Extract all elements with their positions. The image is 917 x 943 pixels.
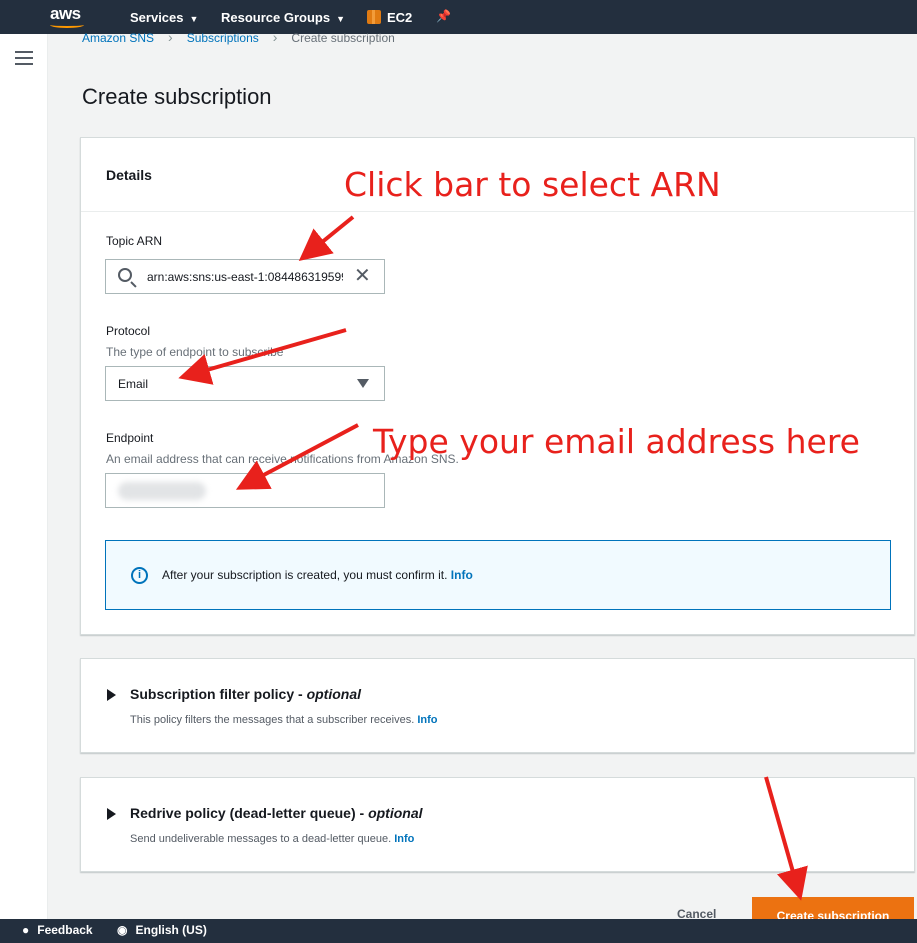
close-icon[interactable]: ✕: [354, 266, 371, 286]
page-title: Create subscription: [82, 84, 272, 109]
ec2-shortcut[interactable]: EC2: [387, 10, 412, 25]
info-alert: i After your subscription is created, yo…: [105, 540, 891, 610]
pin-icon[interactable]: 📌: [436, 9, 451, 23]
services-label: Services: [130, 10, 184, 25]
redrive-policy-title[interactable]: Redrive policy (dead-letter queue) - opt…: [130, 805, 423, 821]
annotation-email-hint: Type your email address here: [373, 422, 860, 461]
details-title: Details: [106, 167, 152, 183]
sidebar: [0, 34, 48, 919]
redrive-policy-panel[interactable]: Redrive policy (dead-letter queue) - opt…: [80, 777, 915, 872]
aws-smile-icon: [50, 22, 84, 28]
chat-bubble-icon: ●: [22, 923, 30, 937]
redrive-policy-optional: optional: [368, 805, 423, 821]
language-selector[interactable]: ◉ English (US): [117, 923, 207, 937]
chevron-right-icon: ›: [168, 29, 173, 45]
footer: ● Feedback ◉ English (US): [0, 919, 917, 943]
redrive-policy-description: Send undeliverable messages to a dead-le…: [130, 833, 414, 845]
info-icon: i: [131, 567, 148, 584]
protocol-select[interactable]: Email: [105, 366, 385, 401]
resource-groups-label: Resource Groups: [221, 10, 331, 25]
language-label: English (US): [135, 923, 207, 937]
feedback-label: Feedback: [37, 923, 93, 937]
ec2-icon[interactable]: [367, 10, 381, 24]
filter-policy-description: This policy filters the messages that a …: [130, 714, 438, 726]
resource-groups-menu[interactable]: Resource Groups ▼: [221, 10, 345, 25]
details-panel: Details Topic ARN arn:aws:sns:us-east-1:…: [80, 137, 915, 635]
caret-right-icon[interactable]: [107, 689, 116, 701]
protocol-label: Protocol: [106, 324, 151, 338]
globe-icon: ◉: [117, 923, 128, 937]
info-alert-text: After your subscription is created, you …: [162, 568, 473, 582]
topic-arn-input[interactable]: arn:aws:sns:us-east-1:084486319599 ✕: [105, 259, 385, 294]
caret-right-icon[interactable]: [107, 808, 116, 820]
info-link[interactable]: Info: [451, 568, 473, 582]
protocol-description: The type of endpoint to subscribe: [106, 345, 284, 359]
protocol-selected-value: Email: [118, 377, 149, 391]
subscription-filter-policy-panel[interactable]: Subscription filter policy - optional Th…: [80, 658, 915, 753]
feedback-link[interactable]: ● Feedback: [22, 923, 93, 937]
endpoint-label: Endpoint: [106, 431, 154, 445]
chevron-down-icon: ▼: [336, 14, 346, 24]
services-menu[interactable]: Services ▼: [130, 10, 198, 25]
breadcrumb-amazon-sns[interactable]: Amazon SNS: [82, 31, 154, 45]
caret-down-icon: [357, 379, 369, 388]
info-link[interactable]: Info: [417, 714, 437, 726]
info-alert-message: After your subscription is created, you …: [162, 568, 448, 582]
topic-arn-label: Topic ARN: [106, 234, 163, 248]
redrive-policy-title-text: Redrive policy (dead-letter queue) -: [130, 805, 369, 821]
topic-arn-value: arn:aws:sns:us-east-1:084486319599: [147, 270, 343, 284]
filter-policy-title-text: Subscription filter policy -: [130, 686, 307, 702]
chevron-right-icon: ›: [272, 29, 278, 45]
chevron-down-icon: ▼: [189, 14, 199, 24]
hamburger-menu-icon[interactable]: [15, 51, 33, 65]
redacted-email: [118, 482, 206, 500]
endpoint-input[interactable]: [105, 473, 385, 508]
breadcrumb-subscriptions[interactable]: Subscriptions: [187, 31, 259, 45]
breadcrumb-current: Create subscription: [291, 31, 395, 45]
search-icon: [118, 268, 132, 282]
filter-policy-description-text: This policy filters the messages that a …: [130, 714, 415, 726]
breadcrumb: Amazon SNS › Subscriptions › Create subscrip…: [82, 29, 395, 45]
aws-logo[interactable]: aws: [50, 4, 81, 24]
filter-policy-title[interactable]: Subscription filter policy - optional: [130, 686, 361, 702]
filter-policy-optional: optional: [306, 686, 362, 702]
info-link[interactable]: Info: [394, 833, 414, 845]
annotation-arn-hint: Click bar to select ARN: [344, 165, 721, 204]
redrive-policy-description-text: Send undeliverable messages to a dead-le…: [130, 833, 392, 845]
